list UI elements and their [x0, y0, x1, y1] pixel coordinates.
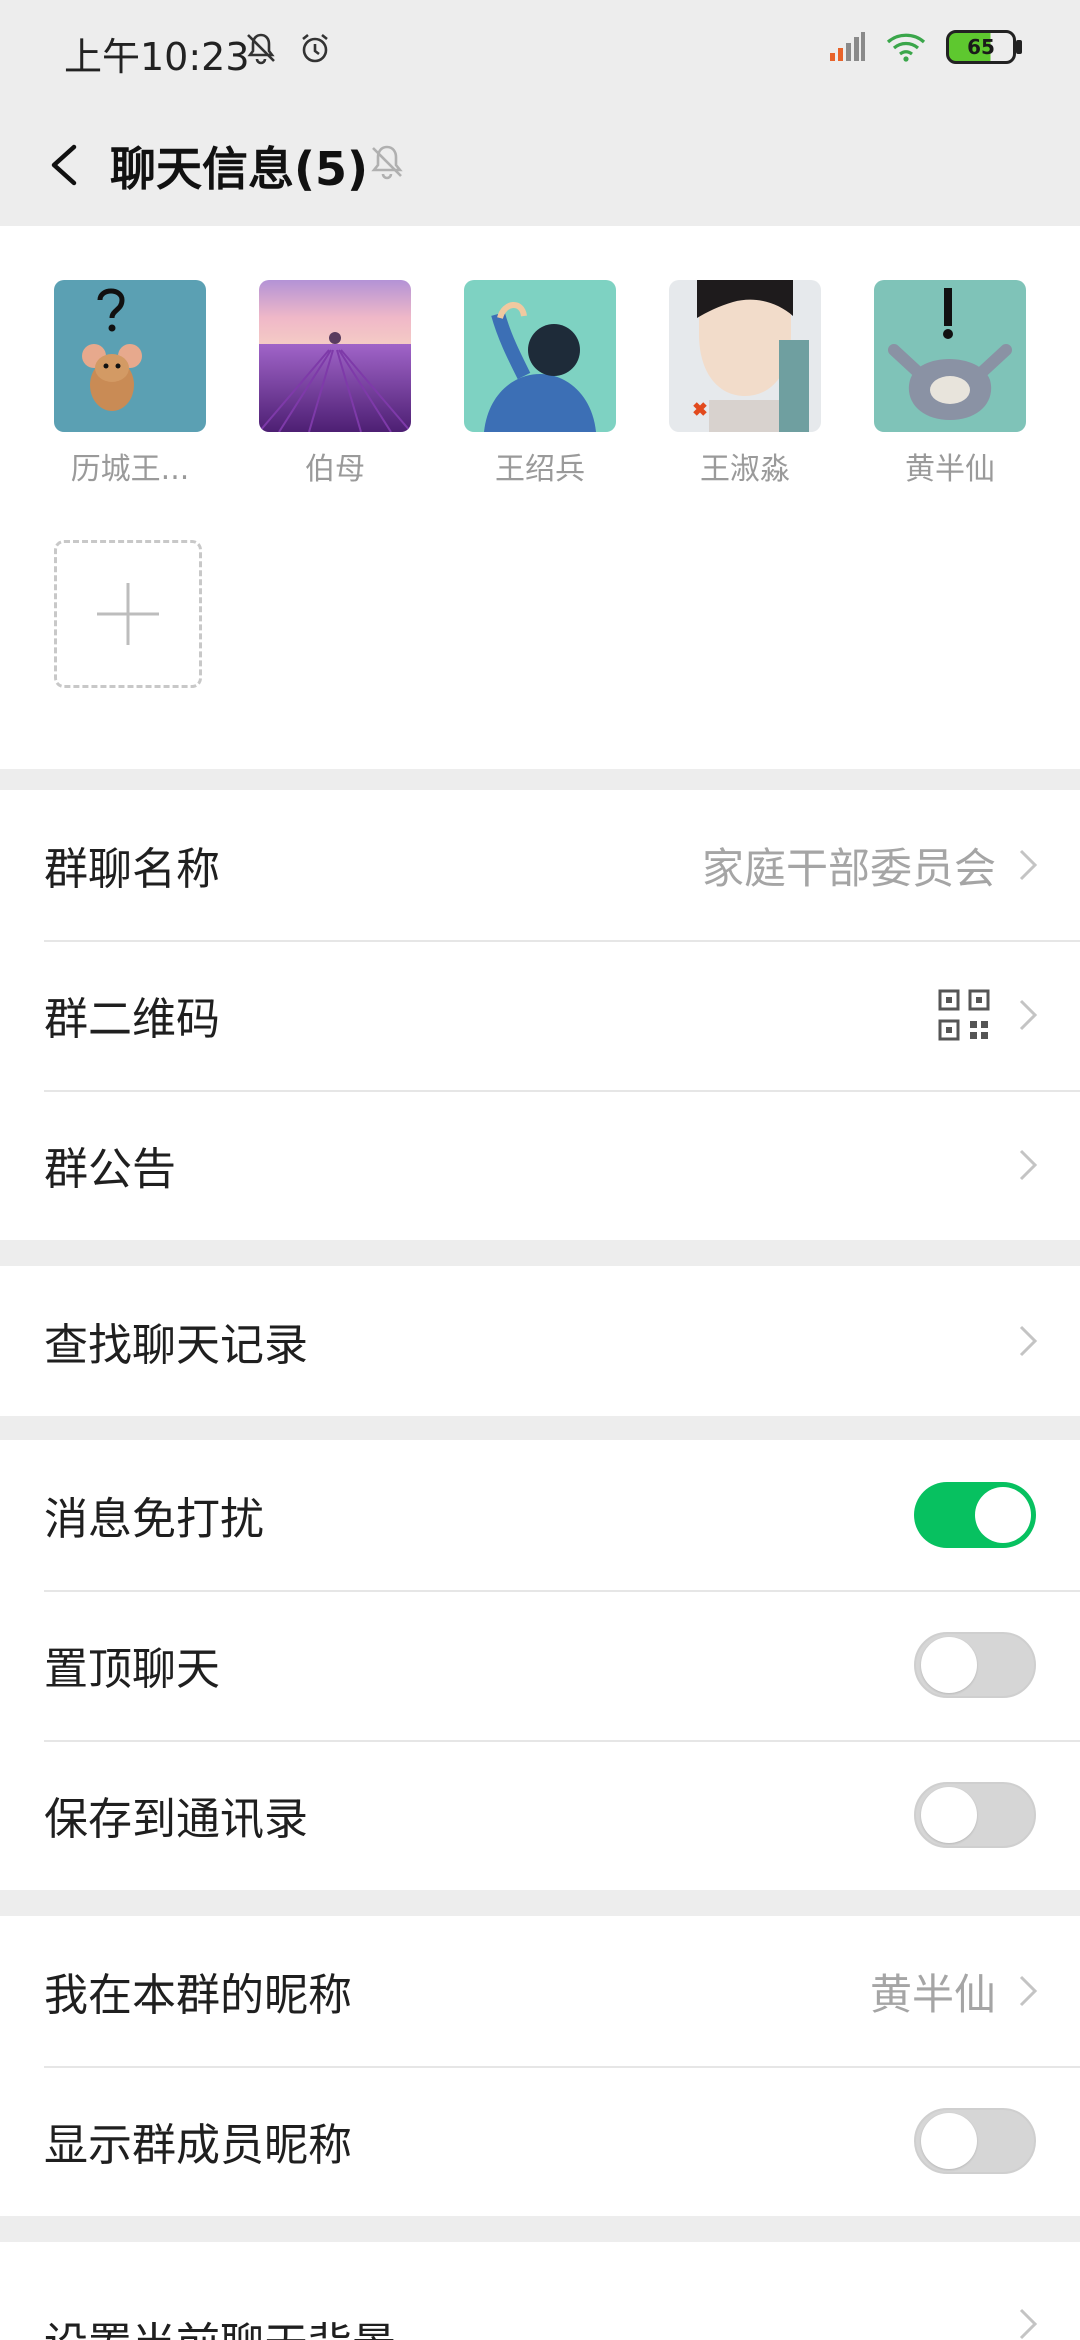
wifi-icon — [886, 33, 926, 62]
nav-bar: 聊天信息(5) — [0, 105, 1080, 225]
pin-label: 置顶聊天 — [44, 1644, 220, 1695]
member-item[interactable]: 黄半仙 — [874, 280, 1026, 488]
chevron-right-icon — [1019, 1149, 1038, 1181]
mouse-cartoon-icon — [54, 280, 206, 432]
member-item[interactable]: 历城王... — [54, 280, 206, 488]
group-qr-label: 群二维码 — [44, 994, 220, 1045]
search-section: 查找聊天记录 — [0, 1266, 1080, 1416]
search-history-row[interactable]: 查找聊天记录 — [0, 1266, 1080, 1416]
member-item[interactable]: 王淑淼 — [669, 280, 821, 488]
mute-toggle[interactable] — [914, 1482, 1036, 1548]
member-name: 历城王... — [70, 452, 190, 487]
toggle-section: 消息免打扰 置顶聊天 保存到通讯录 — [0, 1440, 1080, 1890]
show-nicknames-row: 显示群成员昵称 — [0, 2066, 1080, 2216]
add-member-button[interactable] — [54, 540, 202, 688]
group-name-row[interactable]: 群聊名称 家庭干部委员会 — [0, 790, 1080, 940]
page-title: 聊天信息(5) — [110, 142, 369, 196]
my-nickname-row[interactable]: 我在本群的昵称 黄半仙 — [0, 1916, 1080, 2066]
status-bar: 上午10:23 65 — [0, 0, 1080, 105]
member-avatar[interactable] — [259, 280, 411, 432]
alarm-icon — [302, 33, 328, 63]
pin-row: 置顶聊天 — [0, 1590, 1080, 1740]
save-contacts-label: 保存到通讯录 — [44, 1794, 308, 1845]
signal-icon — [830, 32, 865, 61]
background-section: 设置当前聊天背景 — [0, 2242, 1080, 2340]
group-name-value: 家庭干部委员会 — [701, 843, 996, 893]
group-info-section: 群聊名称 家庭干部委员会 群二维码 群公告 — [0, 790, 1080, 1240]
qr-code-icon — [938, 989, 990, 1041]
back-arrow-icon[interactable] — [36, 135, 96, 195]
chevron-right-icon — [1019, 2308, 1038, 2340]
member-name: 黄半仙 — [905, 452, 995, 487]
member-avatar[interactable] — [54, 280, 206, 432]
member-item[interactable]: 王绍兵 — [464, 280, 616, 488]
group-notice-label: 群公告 — [44, 1144, 176, 1195]
member-name: 王淑淼 — [700, 452, 790, 487]
lavender-field-icon — [259, 280, 411, 432]
member-item[interactable]: 伯母 — [259, 280, 411, 488]
save-contacts-toggle[interactable] — [914, 1782, 1036, 1848]
member-name: 伯母 — [305, 452, 365, 487]
member-avatar[interactable] — [874, 280, 1026, 432]
search-history-label: 查找聊天记录 — [44, 1320, 308, 1371]
chevron-right-icon — [1019, 1325, 1038, 1357]
chevron-right-icon — [1019, 1975, 1038, 2007]
my-nickname-label: 我在本群的昵称 — [44, 1970, 352, 2021]
chat-background-row[interactable]: 设置当前聊天背景 — [0, 2242, 1080, 2340]
show-nicknames-label: 显示群成员昵称 — [44, 2120, 352, 2171]
save-contacts-row: 保存到通讯录 — [0, 1740, 1080, 1890]
nickname-section: 我在本群的昵称 黄半仙 显示群成员昵称 — [0, 1916, 1080, 2216]
status-time: 上午10:23 — [64, 35, 250, 79]
member-avatar[interactable] — [464, 280, 616, 432]
chevron-right-icon — [1019, 849, 1038, 881]
chevron-right-icon — [1019, 999, 1038, 1031]
muted-bell-icon — [371, 145, 403, 180]
cat-cartoon-icon — [874, 280, 1026, 432]
battery-indicator: 65 — [946, 30, 1022, 64]
group-notice-row[interactable]: 群公告 — [0, 1090, 1080, 1240]
portrait-photo-icon — [669, 280, 821, 432]
member-avatar[interactable] — [669, 280, 821, 432]
mute-label: 消息免打扰 — [44, 1494, 264, 1545]
show-nicknames-toggle[interactable] — [914, 2108, 1036, 2174]
group-qr-row[interactable]: 群二维码 — [0, 940, 1080, 1090]
member-name: 王绍兵 — [495, 452, 585, 487]
members-grid: 历城王... 伯母 王绍兵 王淑淼 黄半仙 — [0, 226, 1080, 769]
group-name-label: 群聊名称 — [44, 844, 220, 895]
cartoon-man-icon — [464, 280, 616, 432]
chat-background-label: 设置当前聊天背景 — [44, 2308, 396, 2340]
pin-toggle[interactable] — [914, 1632, 1036, 1698]
mute-row: 消息免打扰 — [0, 1440, 1080, 1590]
bell-off-icon — [247, 33, 275, 65]
my-nickname-value: 黄半仙 — [869, 1969, 996, 2019]
